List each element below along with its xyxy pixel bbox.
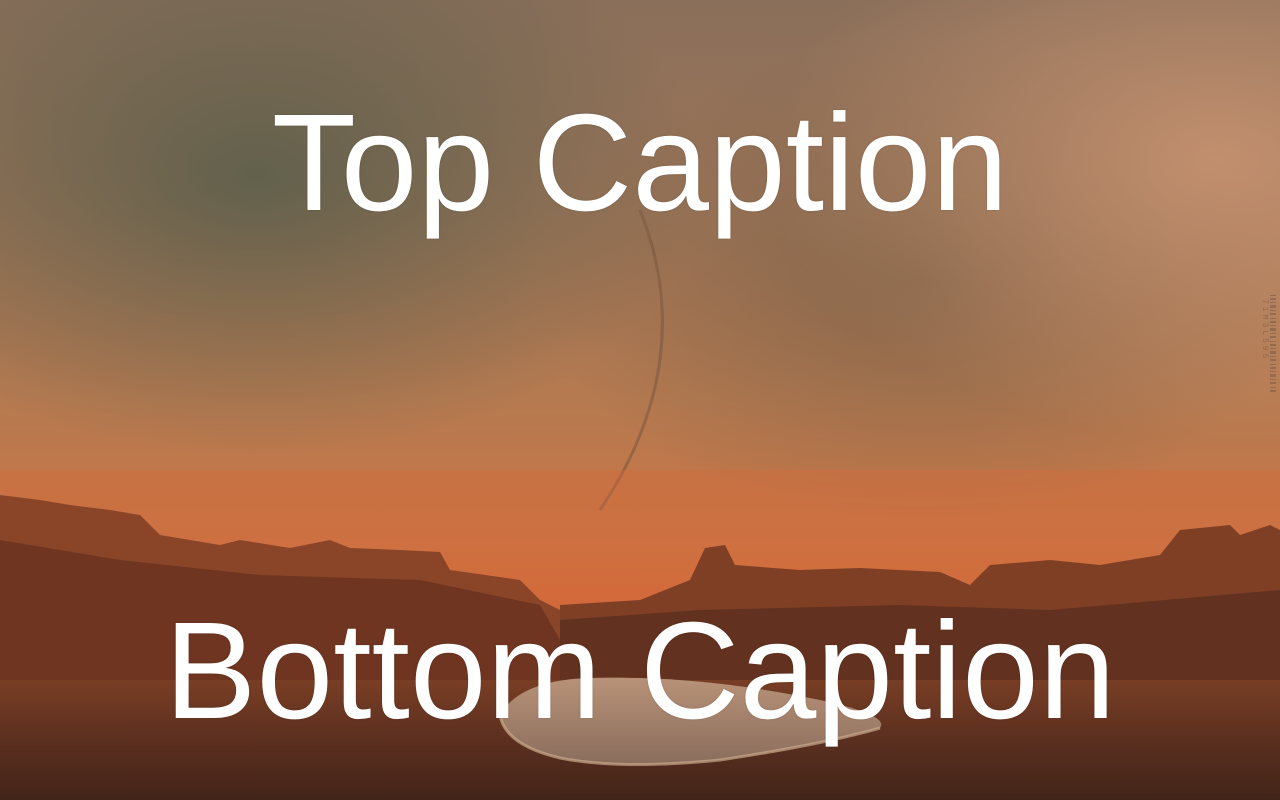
watermark-barcode: 71M3L595 [1260, 295, 1276, 392]
watermark-text: 71M3L595 [1260, 299, 1269, 361]
bottom-caption: Bottom Caption [164, 594, 1116, 748]
top-caption: Top Caption [271, 86, 1009, 240]
